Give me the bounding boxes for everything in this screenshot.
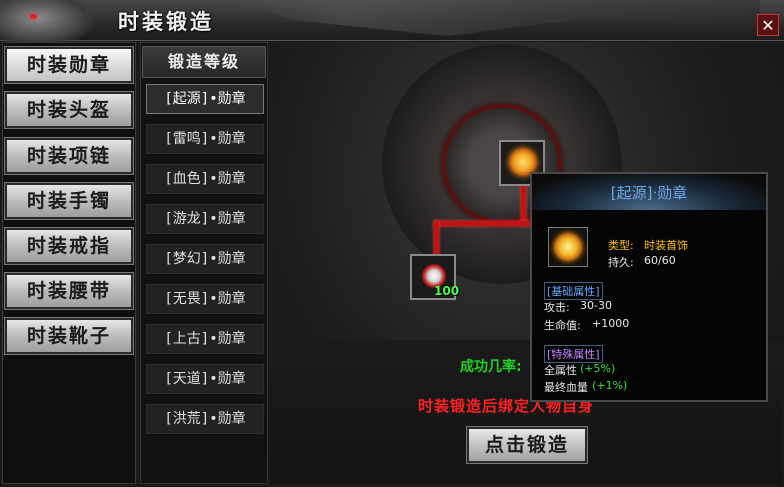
attack-value: 30-30 <box>580 299 612 312</box>
level-item-xuese[interactable]: [血色]•勋章 <box>146 164 264 194</box>
forge-window: 时装锻造 ✕ 时装勋章 时装头盔 时装项链 时装手镯 时装戒指 时装腰带 时装靴… <box>0 0 784 487</box>
level-item-honghuang[interactable]: [洪荒]•勋章 <box>146 404 264 434</box>
nav-boots[interactable]: 时装靴子 <box>4 317 134 355</box>
success-rate-label: 成功几率: <box>460 359 522 375</box>
level-header: 锻造等级 <box>142 46 266 78</box>
dragon-emblem-icon <box>0 0 95 46</box>
medal-icon <box>554 233 582 261</box>
attack-label: 攻击: <box>544 301 570 314</box>
tooltip-item-icon <box>548 227 588 267</box>
level-item-tiandao[interactable]: [天道]•勋章 <box>146 364 264 394</box>
nav-bracelet[interactable]: 时装手镯 <box>4 182 134 220</box>
connector-line <box>434 221 534 226</box>
forge-button[interactable]: 点击锻造 <box>466 426 588 464</box>
all-attr-value: (+5%) <box>580 362 616 375</box>
nav-helmet[interactable]: 时装头盔 <box>4 91 134 129</box>
connector-line <box>521 184 526 224</box>
nav-medal[interactable]: 时装勋章 <box>4 46 134 84</box>
all-attr-label: 全属性 <box>544 364 577 377</box>
base-attr-section: [基础属性] <box>544 282 603 300</box>
final-hp-label: 最终血量 <box>544 381 588 394</box>
nav-necklace[interactable]: 时装项链 <box>4 137 134 175</box>
level-item-qiyuan[interactable]: [起源]•勋章 <box>146 84 264 114</box>
level-item-youlong[interactable]: [游龙]•勋章 <box>146 204 264 234</box>
item-tooltip: [起源]·勋章 类型: 时装首饰 持久: 60/60 [基础属性] 攻击: 30… <box>530 172 768 402</box>
hp-value: +1000 <box>592 317 630 330</box>
tooltip-title: [起源]·勋章 <box>610 184 688 202</box>
connector-line <box>434 221 439 257</box>
level-item-shanggu[interactable]: [上古]•勋章 <box>146 324 264 354</box>
special-attr-section: [特殊属性] <box>544 345 603 363</box>
hp-label: 生命值: <box>544 319 581 332</box>
type-label: 类型: <box>608 239 634 252</box>
type-value: 时装首饰 <box>644 239 688 252</box>
close-button[interactable]: ✕ <box>757 14 779 36</box>
window-title: 时装锻造 <box>118 10 214 34</box>
nav-belt[interactable]: 时装腰带 <box>4 272 134 310</box>
final-hp-value: (+1%) <box>592 379 628 392</box>
durability-label: 持久: <box>608 256 634 269</box>
durability-value: 60/60 <box>644 254 676 267</box>
level-item-leiming[interactable]: [雷鸣]•勋章 <box>146 124 264 154</box>
level-item-menghuan[interactable]: [梦幻]•勋章 <box>146 244 264 274</box>
material-count: 100 <box>434 284 460 298</box>
material-slot[interactable]: 100 <box>410 254 460 300</box>
level-item-wuwei[interactable]: [无畏]•勋章 <box>146 284 264 314</box>
nav-ring[interactable]: 时装戒指 <box>4 227 134 265</box>
